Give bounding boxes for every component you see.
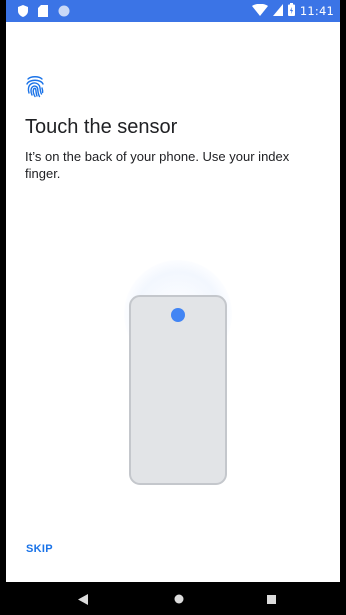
circle-icon <box>58 4 70 22</box>
status-bar: 11:41 <box>6 0 340 22</box>
status-left-icons <box>18 4 70 22</box>
page-description: It’s on the back of your phone. Use your… <box>25 149 290 181</box>
status-right-icons: 11:41 <box>251 3 334 19</box>
battery-icon <box>287 3 295 19</box>
home-icon[interactable] <box>170 590 188 608</box>
fingerprint-sensor-dot <box>171 308 185 322</box>
wifi-icon <box>251 3 268 19</box>
phone-illustration <box>6 260 340 500</box>
recents-icon[interactable] <box>262 590 280 608</box>
fingerprint-icon <box>25 74 45 98</box>
signal-icon <box>272 3 283 19</box>
skip-button[interactable]: SKIP <box>18 536 61 562</box>
status-time: 11:41 <box>299 4 334 18</box>
shield-icon <box>18 4 28 22</box>
phone-back-graphic <box>129 295 227 485</box>
back-icon[interactable] <box>74 590 92 608</box>
page-title: Touch the sensor <box>25 116 178 138</box>
sd-card-icon <box>38 4 48 22</box>
navigation-bar <box>6 582 340 615</box>
screen: 11:41 Touch the sensor It’s on the back … <box>6 0 340 615</box>
